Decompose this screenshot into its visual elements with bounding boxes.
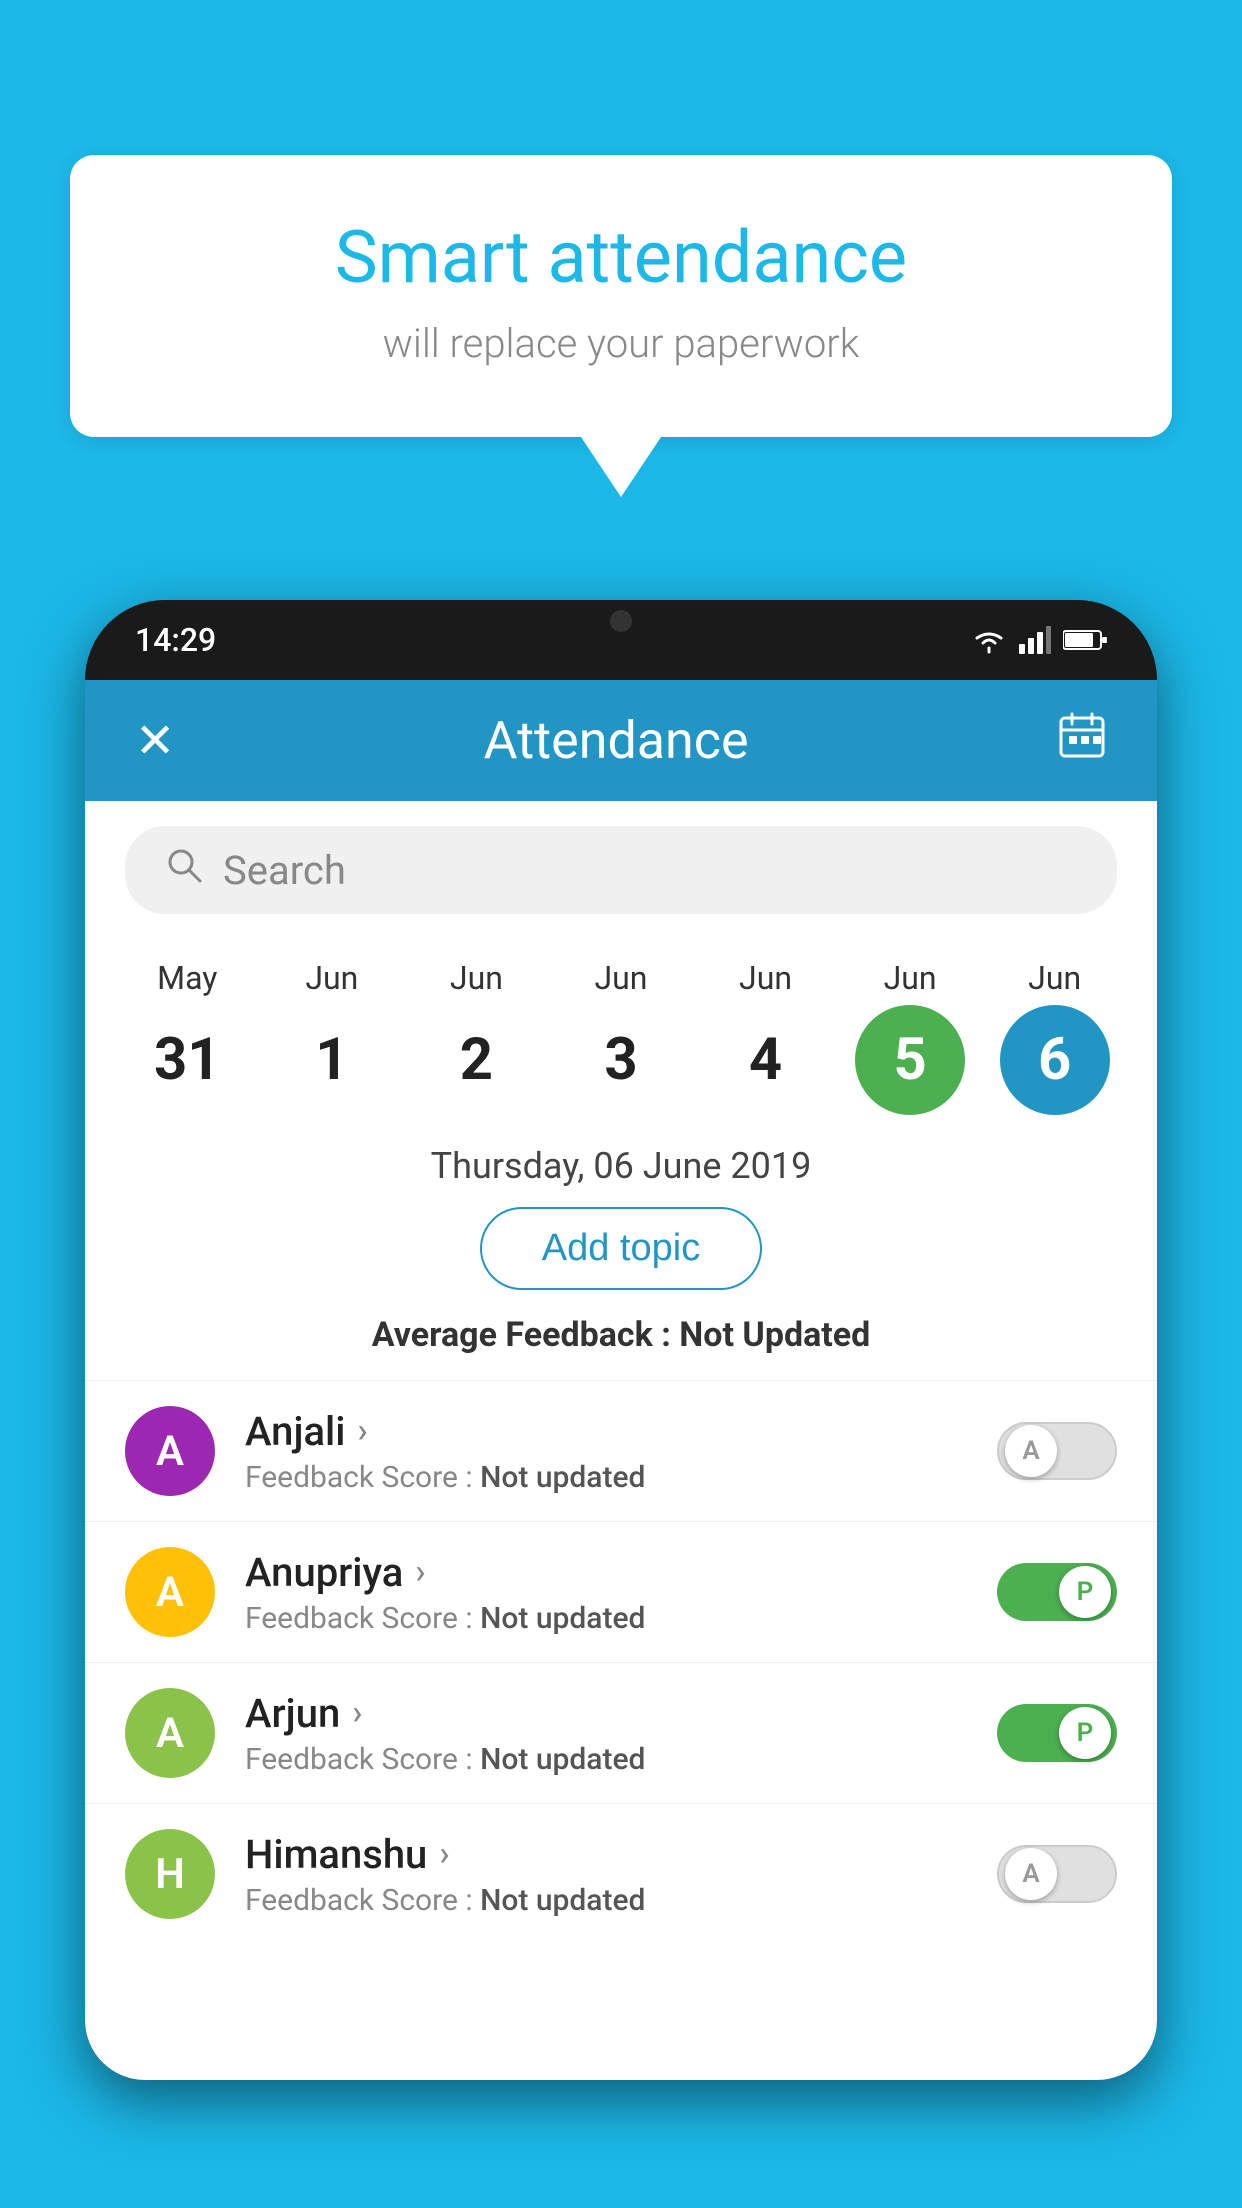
attendance-toggle[interactable]: P	[997, 1704, 1117, 1762]
toggle-knob: P	[1059, 1707, 1111, 1759]
date-day: 3	[566, 1005, 676, 1115]
student-item-2: A Arjun › Feedback Score : Not updated P	[85, 1662, 1157, 1803]
student-name[interactable]: Anjali ›	[245, 1408, 967, 1455]
student-list: AAnjali ›Feedback Score : Not updatedAAA…	[85, 1380, 1157, 1944]
date-day: 4	[711, 1005, 821, 1115]
signal-icon	[1019, 626, 1051, 654]
battery-icon	[1063, 628, 1107, 652]
toggle-knob: A	[1005, 1425, 1057, 1477]
student-feedback: Feedback Score : Not updated	[245, 1742, 967, 1777]
student-feedback: Feedback Score : Not updated	[245, 1883, 967, 1918]
date-month: Jun	[739, 959, 792, 997]
student-info: Anupriya › Feedback Score : Not updated	[245, 1549, 967, 1636]
date-month: Jun	[594, 959, 647, 997]
student-item-3: H Himanshu › Feedback Score : Not updated A	[85, 1803, 1157, 1944]
camera	[610, 610, 632, 632]
speech-bubble: Smart attendance will replace your paper…	[70, 155, 1172, 437]
date-day: 31	[132, 1005, 242, 1115]
student-info: Anjali › Feedback Score : Not updated	[245, 1408, 967, 1495]
add-topic-button[interactable]: Add topic	[480, 1207, 762, 1290]
speech-bubble-title: Smart attendance	[150, 215, 1092, 300]
speech-bubble-subtitle: will replace your paperwork	[150, 320, 1092, 367]
student-info: Himanshu › Feedback Score : Not updated	[245, 1831, 967, 1918]
search-input[interactable]: Search	[223, 847, 346, 894]
feedback-value: Not Updated	[679, 1315, 870, 1355]
date-month: Jun	[450, 959, 503, 997]
attendance-toggle[interactable]: P	[997, 1563, 1117, 1621]
feedback-summary: Average Feedback : Not Updated	[85, 1315, 1157, 1355]
student-name[interactable]: Himanshu ›	[245, 1831, 967, 1878]
close-button[interactable]: ✕	[135, 712, 175, 769]
date-month: Jun	[1028, 959, 1081, 997]
chevron-icon: ›	[352, 1693, 362, 1733]
toggle-knob: P	[1059, 1566, 1111, 1618]
date-day: 2	[421, 1005, 531, 1115]
selected-date: Thursday, 06 June 2019	[85, 1145, 1157, 1187]
student-feedback: Feedback Score : Not updated	[245, 1460, 967, 1495]
calendar-button[interactable]	[1057, 710, 1107, 771]
phone-device: 14:29	[85, 600, 1157, 2080]
attendance-toggle[interactable]: A	[997, 1422, 1117, 1480]
app-header: ✕ Attendance	[85, 680, 1157, 801]
student-item-0: A Anjali › Feedback Score : Not updated A	[85, 1380, 1157, 1521]
date-month: Jun	[884, 959, 937, 997]
date-item-1[interactable]: Jun 1	[267, 959, 397, 1115]
app-screen: ✕ Attendance	[85, 680, 1157, 2080]
student-name[interactable]: Arjun ›	[245, 1690, 967, 1737]
date-item-3[interactable]: Jun 3	[556, 959, 686, 1115]
student-avatar: A	[125, 1547, 215, 1637]
feedback-label-text: Average Feedback :	[372, 1315, 680, 1355]
date-month: May	[157, 959, 217, 997]
phone-notch	[571, 600, 671, 645]
phone-wrapper: 14:29	[85, 600, 1157, 2208]
chevron-icon: ›	[357, 1411, 367, 1451]
date-item-6[interactable]: Jun 6	[990, 959, 1120, 1115]
search-icon	[165, 846, 203, 894]
student-avatar: A	[125, 1406, 215, 1496]
date-month: Jun	[305, 959, 358, 997]
date-item-4[interactable]: Jun 4	[701, 959, 831, 1115]
status-bar: 14:29	[85, 600, 1157, 680]
wifi-icon	[971, 626, 1007, 654]
student-feedback: Feedback Score : Not updated	[245, 1601, 967, 1636]
attendance-toggle[interactable]: A	[997, 1845, 1117, 1903]
date-item-2[interactable]: Jun 2	[411, 959, 541, 1115]
status-time: 14:29	[135, 621, 216, 659]
speech-bubble-tail	[581, 437, 661, 497]
date-day: 6	[1000, 1005, 1110, 1115]
student-avatar: A	[125, 1688, 215, 1778]
chevron-icon: ›	[439, 1834, 449, 1874]
student-item-1: A Anupriya › Feedback Score : Not updated P	[85, 1521, 1157, 1662]
header-title: Attendance	[484, 710, 749, 771]
calendar-icon	[1057, 710, 1107, 760]
date-row: May 31 Jun 1 Jun 2 Jun 3 Jun 4 Jun 5 Jun 6	[85, 939, 1157, 1115]
date-item-0[interactable]: May 31	[122, 959, 252, 1115]
student-avatar: H	[125, 1829, 215, 1919]
chevron-icon: ›	[415, 1552, 425, 1592]
date-item-5[interactable]: Jun 5	[845, 959, 975, 1115]
toggle-knob: A	[1005, 1848, 1057, 1900]
search-bar[interactable]: Search	[125, 826, 1117, 914]
student-name[interactable]: Anupriya ›	[245, 1549, 967, 1596]
student-info: Arjun › Feedback Score : Not updated	[245, 1690, 967, 1777]
status-icons	[971, 626, 1107, 654]
speech-bubble-container: Smart attendance will replace your paper…	[70, 155, 1172, 497]
date-day: 1	[277, 1005, 387, 1115]
date-day: 5	[855, 1005, 965, 1115]
